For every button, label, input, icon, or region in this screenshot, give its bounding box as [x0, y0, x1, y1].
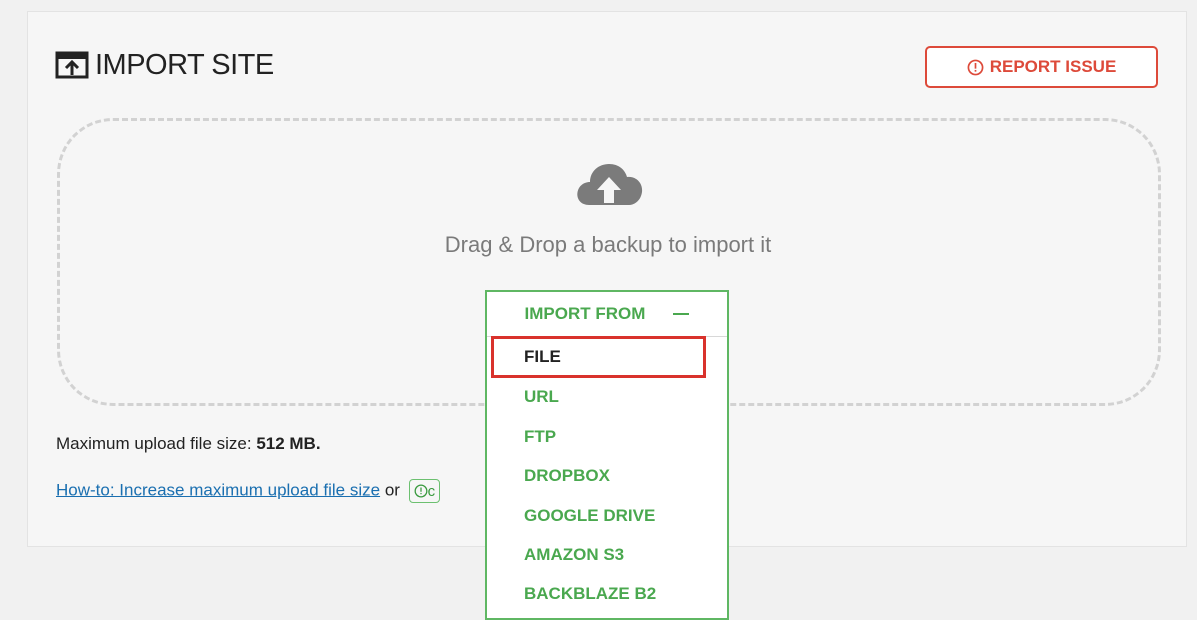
import-site-icon	[55, 51, 89, 78]
import-option-dropbox[interactable]: DROPBOX	[524, 466, 610, 486]
import-option-ftp[interactable]: FTP	[524, 427, 556, 447]
import-option-file[interactable]: FILE	[524, 347, 561, 367]
alert-circle-icon	[967, 59, 984, 75]
import-option-url[interactable]: URL	[524, 387, 559, 407]
alert-circle-icon	[414, 484, 428, 498]
report-issue-button[interactable]: REPORT ISSUE	[925, 46, 1158, 88]
max-size-value: 512 MB.	[256, 434, 321, 453]
import-from-label: IMPORT FROM	[524, 304, 646, 323]
cloud-upload-icon	[577, 164, 643, 205]
howto-or-text: or	[384, 480, 400, 500]
import-from-dropdown[interactable]: IMPORT FROM FILE URL FTP DROPBOX GOOGLE …	[485, 290, 729, 620]
contact-support-badge[interactable]: c	[408, 479, 441, 503]
page-title-text: IMPORT SITE	[95, 49, 274, 81]
max-upload-size: Maximum upload file size: 512 MB.	[56, 434, 321, 454]
import-option-backblaze-b2[interactable]: BACKBLAZE B2	[524, 584, 656, 604]
minus-icon	[673, 313, 690, 315]
dropzone-text: Drag & Drop a backup to import it	[444, 232, 772, 257]
import-option-amazon-s3[interactable]: AMAZON S3	[524, 545, 624, 565]
import-from-toggle[interactable]: IMPORT FROM	[487, 292, 727, 337]
help-badge-text: c	[427, 482, 436, 500]
max-size-label: Maximum upload file size:	[56, 434, 257, 453]
import-option-google-drive[interactable]: GOOGLE DRIVE	[524, 506, 655, 526]
page-title: IMPORT SITE	[55, 49, 274, 82]
howto-line: How-to: Increase maximum upload file siz…	[56, 479, 441, 503]
report-issue-label: REPORT ISSUE	[989, 57, 1117, 76]
howto-increase-upload-link[interactable]: How-to: Increase maximum upload file siz…	[56, 480, 380, 499]
